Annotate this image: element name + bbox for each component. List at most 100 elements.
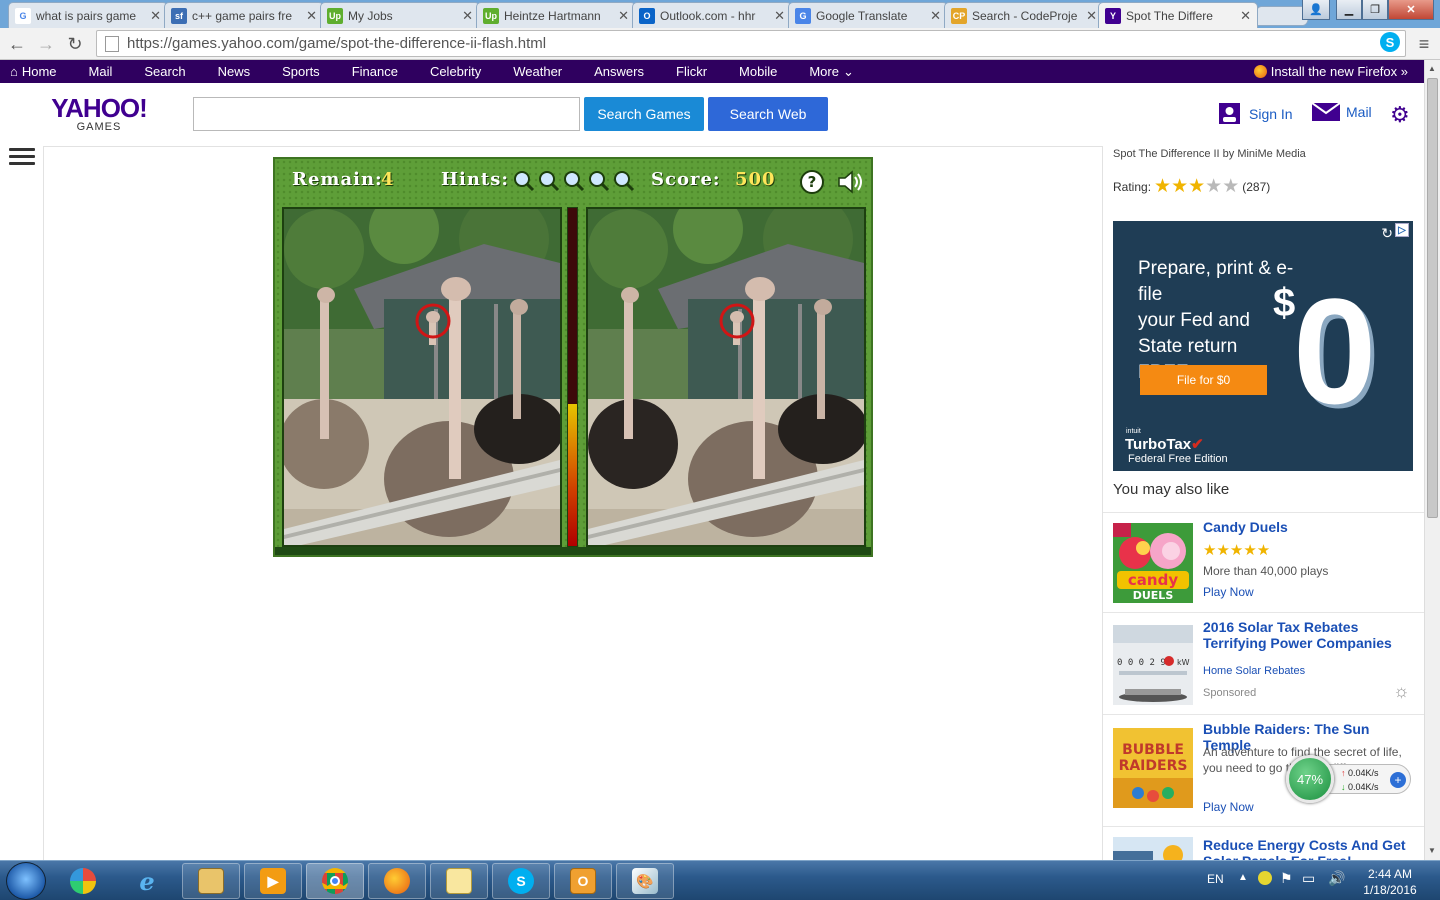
url-input[interactable] bbox=[127, 35, 1381, 52]
mail-link[interactable]: Mail bbox=[1312, 103, 1372, 121]
taskbar-ie[interactable]: e bbox=[118, 863, 176, 899]
taskbar-firefox[interactable] bbox=[368, 863, 426, 899]
gear-icon[interactable]: ⚙ bbox=[1390, 102, 1410, 128]
taskbar-paint[interactable]: 🎨 bbox=[616, 863, 674, 899]
start-button[interactable] bbox=[6, 862, 46, 900]
close-tab-icon[interactable]: ✕ bbox=[462, 8, 473, 24]
close-tab-icon[interactable]: ✕ bbox=[618, 8, 629, 24]
nav-mail[interactable]: Mail bbox=[73, 64, 129, 79]
hint-magnifier-icon[interactable] bbox=[563, 170, 585, 192]
hint-magnifier-icon[interactable] bbox=[613, 170, 635, 192]
rating-star-icon[interactable]: ★ bbox=[1188, 176, 1205, 197]
page-scrollbar[interactable]: ▲ ▼ bbox=[1424, 60, 1440, 860]
volume-icon[interactable]: 🔊 bbox=[1328, 870, 1345, 887]
forward-icon[interactable]: → bbox=[34, 32, 58, 56]
tab-cpp-game-pairs[interactable]: sf c++ game pairs fre ✕ bbox=[164, 2, 324, 28]
candy-duels-thumbnail[interactable]: candy DUELS bbox=[1113, 523, 1193, 603]
menu-icon[interactable]: ≡ bbox=[1412, 32, 1436, 56]
rec-title[interactable]: 2016 Solar Tax Rebates Terrifying Power … bbox=[1203, 619, 1415, 651]
tray-app-icon[interactable] bbox=[1258, 871, 1272, 885]
search-web-button[interactable]: Search Web bbox=[708, 97, 828, 131]
close-window-button[interactable]: ✕ bbox=[1388, 0, 1434, 20]
clock[interactable]: 2:44 AM 1/18/2016 bbox=[1360, 866, 1420, 898]
user-icon[interactable]: 👤 bbox=[1302, 0, 1330, 20]
rating-stars[interactable]: ★★★★★ bbox=[1154, 176, 1239, 197]
close-tab-icon[interactable]: ✕ bbox=[930, 8, 941, 24]
yahoo-games-logo[interactable]: YAHOO! GAMES bbox=[49, 95, 149, 133]
nav-search[interactable]: Search bbox=[128, 64, 201, 79]
ad-file-button[interactable]: File for $0 bbox=[1140, 365, 1267, 395]
turbotax-ad[interactable]: Prepare, print & e-file your Fed and Sta… bbox=[1113, 221, 1413, 471]
right-photo[interactable] bbox=[586, 207, 866, 547]
back-icon[interactable]: ← bbox=[5, 32, 29, 56]
minimize-button[interactable]: ▁ bbox=[1336, 0, 1362, 20]
rating-star-icon[interactable]: ★ bbox=[1154, 176, 1171, 197]
solar-panel-thumbnail[interactable] bbox=[1113, 837, 1193, 860]
ad-refresh-icon[interactable]: ↻ bbox=[1381, 225, 1393, 242]
bubble-raiders-thumbnail[interactable]: BUBBLE RAIDERS bbox=[1113, 728, 1193, 808]
rec-source-link[interactable]: Home Solar Rebates bbox=[1203, 665, 1305, 677]
tab-outlook[interactable]: O Outlook.com - hhr ✕ bbox=[632, 2, 792, 28]
taskbar-chrome[interactable] bbox=[306, 863, 364, 899]
nav-home[interactable]: ⌂ Home bbox=[0, 64, 73, 79]
nav-celebrity[interactable]: Celebrity bbox=[414, 64, 497, 79]
tab-google-translate[interactable]: G Google Translate ✕ bbox=[788, 2, 948, 28]
taskbar-media[interactable]: ▶ bbox=[244, 863, 302, 899]
spot-the-difference-game[interactable]: Remain: 4 Hints: Score: 500 ? bbox=[273, 157, 873, 557]
taskbar-sticky-notes[interactable] bbox=[430, 863, 488, 899]
flag-icon[interactable]: ⚑ bbox=[1280, 870, 1293, 887]
search-input[interactable] bbox=[193, 97, 580, 131]
hint-magnifier-icon[interactable] bbox=[513, 170, 535, 192]
close-tab-icon[interactable]: ✕ bbox=[1240, 8, 1251, 24]
rating-star-icon[interactable]: ★ bbox=[1171, 176, 1188, 197]
list-item[interactable]: Reduce Energy Costs And Get Solar Panels… bbox=[1103, 826, 1424, 860]
close-tab-icon[interactable]: ✕ bbox=[150, 8, 161, 24]
language-indicator[interactable]: EN bbox=[1207, 872, 1224, 886]
restore-button[interactable]: ❐ bbox=[1362, 0, 1388, 20]
scrollbar-thumb[interactable] bbox=[1427, 78, 1438, 518]
help-icon[interactable]: ? bbox=[799, 169, 825, 195]
rating-star-icon[interactable]: ★ bbox=[1205, 176, 1222, 197]
sign-in-link[interactable]: Sign In bbox=[1219, 103, 1293, 124]
scroll-up-icon[interactable]: ▲ bbox=[1428, 64, 1436, 73]
close-tab-icon[interactable]: ✕ bbox=[306, 8, 317, 24]
network-icon[interactable]: ▭ bbox=[1302, 870, 1315, 887]
adchoices-icon[interactable]: ▷ bbox=[1395, 223, 1409, 237]
install-firefox-link[interactable]: Install the new Firefox » bbox=[1253, 64, 1408, 79]
tab-heintze-hartmann[interactable]: Up Heintze Hartmann ✕ bbox=[476, 2, 636, 28]
hint-magnifier-icon[interactable] bbox=[538, 170, 560, 192]
play-now-link[interactable]: Play Now bbox=[1203, 800, 1254, 814]
reload-icon[interactable]: ↻ bbox=[63, 32, 87, 56]
taskbar-explorer[interactable] bbox=[182, 863, 240, 899]
tab-what-is-pairs-game[interactable]: G what is pairs game ✕ bbox=[8, 2, 168, 28]
solar-meter-thumbnail[interactable]: 0 0 0 2 9 kW bbox=[1113, 625, 1193, 705]
taskbar-outlook[interactable]: O bbox=[554, 863, 612, 899]
tab-my-jobs[interactable]: Up My Jobs ✕ bbox=[320, 2, 480, 28]
nav-weather[interactable]: Weather bbox=[497, 64, 578, 79]
rec-title[interactable]: Candy Duels bbox=[1203, 519, 1415, 535]
nav-sports[interactable]: Sports bbox=[266, 64, 336, 79]
sponsored-info-icon[interactable]: ☼ bbox=[1393, 681, 1410, 702]
nav-finance[interactable]: Finance bbox=[336, 64, 414, 79]
skype-icon[interactable]: S bbox=[1380, 32, 1400, 52]
play-now-link[interactable]: Play Now bbox=[1203, 585, 1254, 599]
tab-codeproject[interactable]: CP Search - CodeProje ✕ bbox=[944, 2, 1104, 28]
taskbar-skype[interactable]: S bbox=[492, 863, 550, 899]
close-tab-icon[interactable]: ✕ bbox=[1086, 8, 1097, 24]
network-meter-widget[interactable]: 47% ↑ 0.04K/s ↓ 0.04K/s + bbox=[1286, 755, 1412, 803]
nav-mobile[interactable]: Mobile bbox=[723, 64, 793, 79]
scroll-down-icon[interactable]: ▼ bbox=[1428, 846, 1436, 855]
nav-news[interactable]: News bbox=[202, 64, 267, 79]
show-hidden-icons[interactable]: ▲ bbox=[1238, 872, 1248, 883]
list-item[interactable]: candy DUELS Candy Duels ★★★★★ More than 4… bbox=[1103, 512, 1424, 614]
nav-more[interactable]: More ⌄ bbox=[793, 64, 870, 80]
rating-star-icon[interactable]: ★ bbox=[1222, 176, 1239, 197]
address-bar[interactable]: ☆ bbox=[96, 30, 1406, 57]
sound-icon[interactable] bbox=[837, 170, 863, 194]
tab-spot-the-difference[interactable]: Y Spot The Differe ✕ bbox=[1098, 2, 1258, 28]
nav-flickr[interactable]: Flickr bbox=[660, 64, 723, 79]
left-photo[interactable] bbox=[282, 207, 562, 547]
close-tab-icon[interactable]: ✕ bbox=[774, 8, 785, 24]
hint-magnifier-icon[interactable] bbox=[588, 170, 610, 192]
search-games-button[interactable]: Search Games bbox=[584, 97, 704, 131]
